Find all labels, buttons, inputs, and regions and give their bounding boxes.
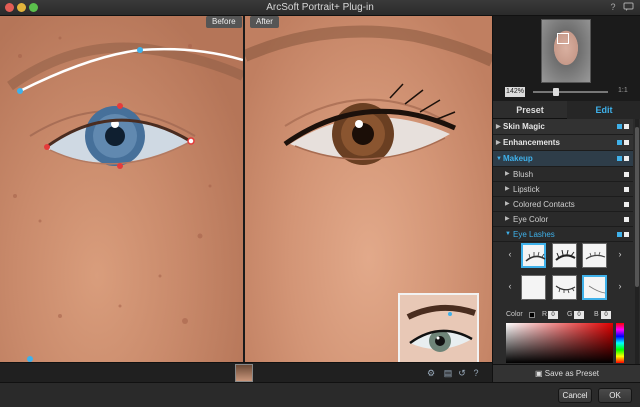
zoom-slider-handle[interactable] <box>553 88 559 96</box>
zoom-slider[interactable] <box>533 91 608 93</box>
toggle-indicator[interactable] <box>624 172 629 177</box>
g-label: G <box>567 311 573 318</box>
toggle-indicator[interactable] <box>624 232 629 237</box>
image-canvas[interactable]: Before After <box>0 16 492 362</box>
chevron-right-icon: ▶ <box>505 171 510 177</box>
after-label: After <box>250 16 279 28</box>
toggle-indicator[interactable] <box>624 156 629 161</box>
toggle-indicator[interactable] <box>617 232 622 237</box>
menu-label: Lipstick <box>513 185 540 194</box>
tab-preset[interactable]: Preset <box>493 101 567 119</box>
color-swatch[interactable] <box>529 312 535 318</box>
chevron-right-icon[interactable]: › <box>615 249 625 259</box>
before-pane[interactable]: Before <box>0 16 243 362</box>
face-thumbnail[interactable] <box>235 364 253 382</box>
menu-label: Enhancements <box>503 138 560 147</box>
b-label: B <box>594 311 599 318</box>
chevron-down-icon: ▼ <box>505 231 511 237</box>
reset-icon[interactable]: ↺ <box>457 368 467 378</box>
edit-menu: ▶ Skin Magic ▶ Enhancements ▼ Makeup ▶ B… <box>493 119 633 242</box>
navigator-thumbnail[interactable] <box>541 19 591 83</box>
tab-edit[interactable]: Edit <box>567 101 640 119</box>
toggle-indicator[interactable] <box>624 140 629 145</box>
scrollbar-thumb[interactable] <box>635 127 639 287</box>
toggle-indicator[interactable] <box>617 140 622 145</box>
help-icon[interactable]: ? <box>607 2 619 13</box>
compare-icon[interactable]: ▤ <box>443 368 453 378</box>
save-as-preset-button[interactable]: ▣ Save as Preset <box>493 364 640 382</box>
menu-eye-lashes[interactable]: ▼ Eye Lashes <box>493 227 633 242</box>
chevron-right-icon: ▶ <box>505 201 510 207</box>
toggle-indicator[interactable] <box>617 156 622 161</box>
lash-style-4[interactable] <box>521 275 546 300</box>
hue-slider[interactable] <box>616 323 624 363</box>
app-window: ArcSoft Portrait+ Plug-in ? Before After… <box>0 0 640 407</box>
before-eye-illustration <box>7 36 243 362</box>
info-icon[interactable]: ? <box>471 368 481 378</box>
toggle-indicator[interactable] <box>624 202 629 207</box>
toggle-indicator[interactable] <box>624 124 629 129</box>
menu-label: Eye Lashes <box>513 230 555 239</box>
navigator: 142% 1:1 <box>493 16 640 101</box>
cancel-button[interactable]: Cancel <box>558 388 592 403</box>
panel-tabs: Preset Edit <box>493 101 640 119</box>
menu-eye-color[interactable]: ▶ Eye Color <box>493 212 633 227</box>
lash-style-1[interactable] <box>521 243 546 268</box>
color-label: Color <box>506 311 523 318</box>
chevron-left-icon[interactable]: ‹ <box>505 281 515 291</box>
menu-enhancements[interactable]: ▶ Enhancements <box>493 135 633 151</box>
panel-scrollbar[interactable] <box>635 119 639 379</box>
menu-label: Blush <box>513 170 534 179</box>
menu-colored-contacts[interactable]: ▶ Colored Contacts <box>493 197 633 212</box>
lash-style-5[interactable] <box>552 275 577 300</box>
menu-label: Makeup <box>503 154 533 163</box>
lash-style-6[interactable] <box>582 275 607 300</box>
chevron-right-icon: ▶ <box>496 140 501 146</box>
ok-button[interactable]: OK <box>598 388 632 403</box>
dialog-footer: Cancel OK <box>0 382 640 407</box>
title-bar: ArcSoft Portrait+ Plug-in ? <box>0 0 640 16</box>
color-controls: Color R 0 G 0 B 0 <box>493 309 633 321</box>
menu-skin-magic[interactable]: ▶ Skin Magic <box>493 119 633 135</box>
save-icon: ▣ <box>534 369 543 378</box>
chevron-right-icon[interactable]: › <box>615 281 625 291</box>
before-label: Before <box>206 16 242 28</box>
side-panel: 142% 1:1 Preset Edit ▶ Skin Magic ▶ Enha… <box>492 16 640 382</box>
toggle-indicator[interactable] <box>624 217 629 222</box>
chat-icon[interactable] <box>622 2 634 13</box>
g-input[interactable]: 0 <box>574 311 584 319</box>
lash-preview-eye <box>406 304 476 352</box>
menu-label: Colored Contacts <box>513 200 575 209</box>
chevron-right-icon: ▶ <box>505 216 510 222</box>
menu-lipstick[interactable]: ▶ Lipstick <box>493 182 633 197</box>
chevron-left-icon[interactable]: ‹ <box>505 249 515 259</box>
r-label: R <box>542 311 548 318</box>
lash-style-grid: ‹ › ‹ › <box>493 241 633 305</box>
lash-style-3[interactable] <box>582 243 607 268</box>
b-input[interactable]: 0 <box>601 311 611 319</box>
lash-preview-popup <box>398 293 479 362</box>
menu-label: Skin Magic <box>503 122 545 131</box>
toggle-indicator[interactable] <box>624 187 629 192</box>
toggle-indicator[interactable] <box>617 124 622 129</box>
menu-label: Eye Color <box>513 215 549 224</box>
save-as-preset-label: Save as Preset <box>544 369 600 378</box>
zoom-actual-size-button[interactable]: 1:1 <box>618 87 628 94</box>
zoom-level: 142% <box>505 87 525 97</box>
chevron-right-icon: ▶ <box>496 124 501 130</box>
chevron-right-icon: ▶ <box>505 186 510 192</box>
window-title: ArcSoft Portrait+ Plug-in <box>266 2 374 13</box>
settings-icon[interactable]: ⚙ <box>426 368 436 378</box>
menu-blush[interactable]: ▶ Blush <box>493 167 633 182</box>
r-input[interactable]: 0 <box>548 311 558 319</box>
chevron-down-icon: ▼ <box>496 156 502 162</box>
canvas-toolbar: ⚙ ▤ ↺ ? <box>0 362 492 382</box>
lash-style-2[interactable] <box>552 243 577 268</box>
menu-makeup[interactable]: ▼ Makeup <box>493 151 633 167</box>
color-picker-field[interactable] <box>506 323 613 363</box>
navigator-viewport[interactable] <box>557 33 569 44</box>
